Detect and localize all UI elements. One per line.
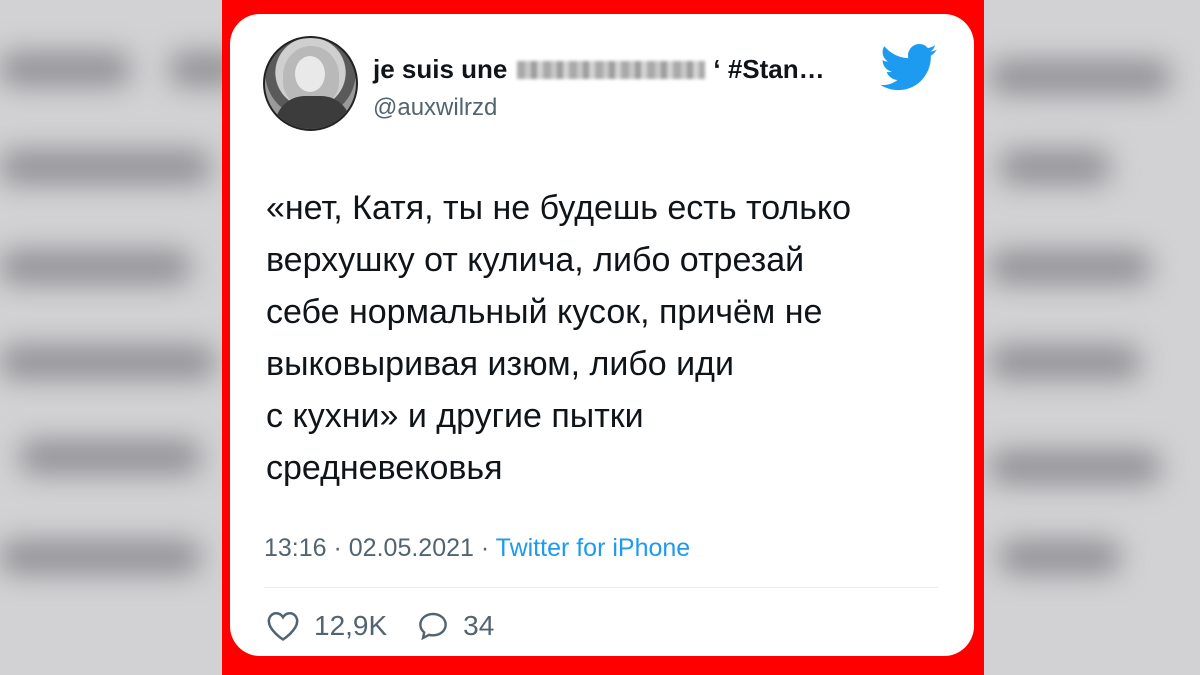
tweet-source-link[interactable]: Twitter for iPhone <box>496 534 691 562</box>
meta-separator: · <box>473 534 496 562</box>
censored-name-part <box>517 60 706 79</box>
screenshot-stage: je suis une ‘ #Stan… @auxwilrzd «нет, Ка… <box>0 0 1200 675</box>
speech-bubble-icon <box>419 612 448 641</box>
tweet-stats: 12,9K 34 <box>266 610 524 642</box>
tweet-text: «нет, Катя, ты не будешь есть только вер… <box>266 189 852 487</box>
tweet-date[interactable]: 02.05.2021 <box>349 534 474 562</box>
display-name-start: je suis une <box>373 54 508 84</box>
display-name[interactable]: je suis une ‘ #Stan… <box>373 54 825 85</box>
avatar[interactable] <box>263 36 358 131</box>
user-handle[interactable]: @auxwilrzd <box>373 94 497 122</box>
like-count: 12,9K <box>314 610 388 641</box>
tweet-meta: 13:16 · 02.05.2021 · Twitter for iPhone <box>264 534 690 563</box>
divider <box>264 587 938 588</box>
reply-count: 34 <box>463 610 495 641</box>
tweet-time[interactable]: 13:16 <box>264 534 327 562</box>
meta-separator: · <box>326 534 349 562</box>
display-name-end: ‘ #Stan… <box>713 54 825 84</box>
heart-icon <box>267 611 299 641</box>
tweet-card: je suis une ‘ #Stan… @auxwilrzd «нет, Ка… <box>230 14 974 656</box>
like-button[interactable]: 12,9K <box>266 610 387 642</box>
reply-button[interactable]: 34 <box>417 610 494 642</box>
twitter-bird-icon <box>880 44 937 91</box>
